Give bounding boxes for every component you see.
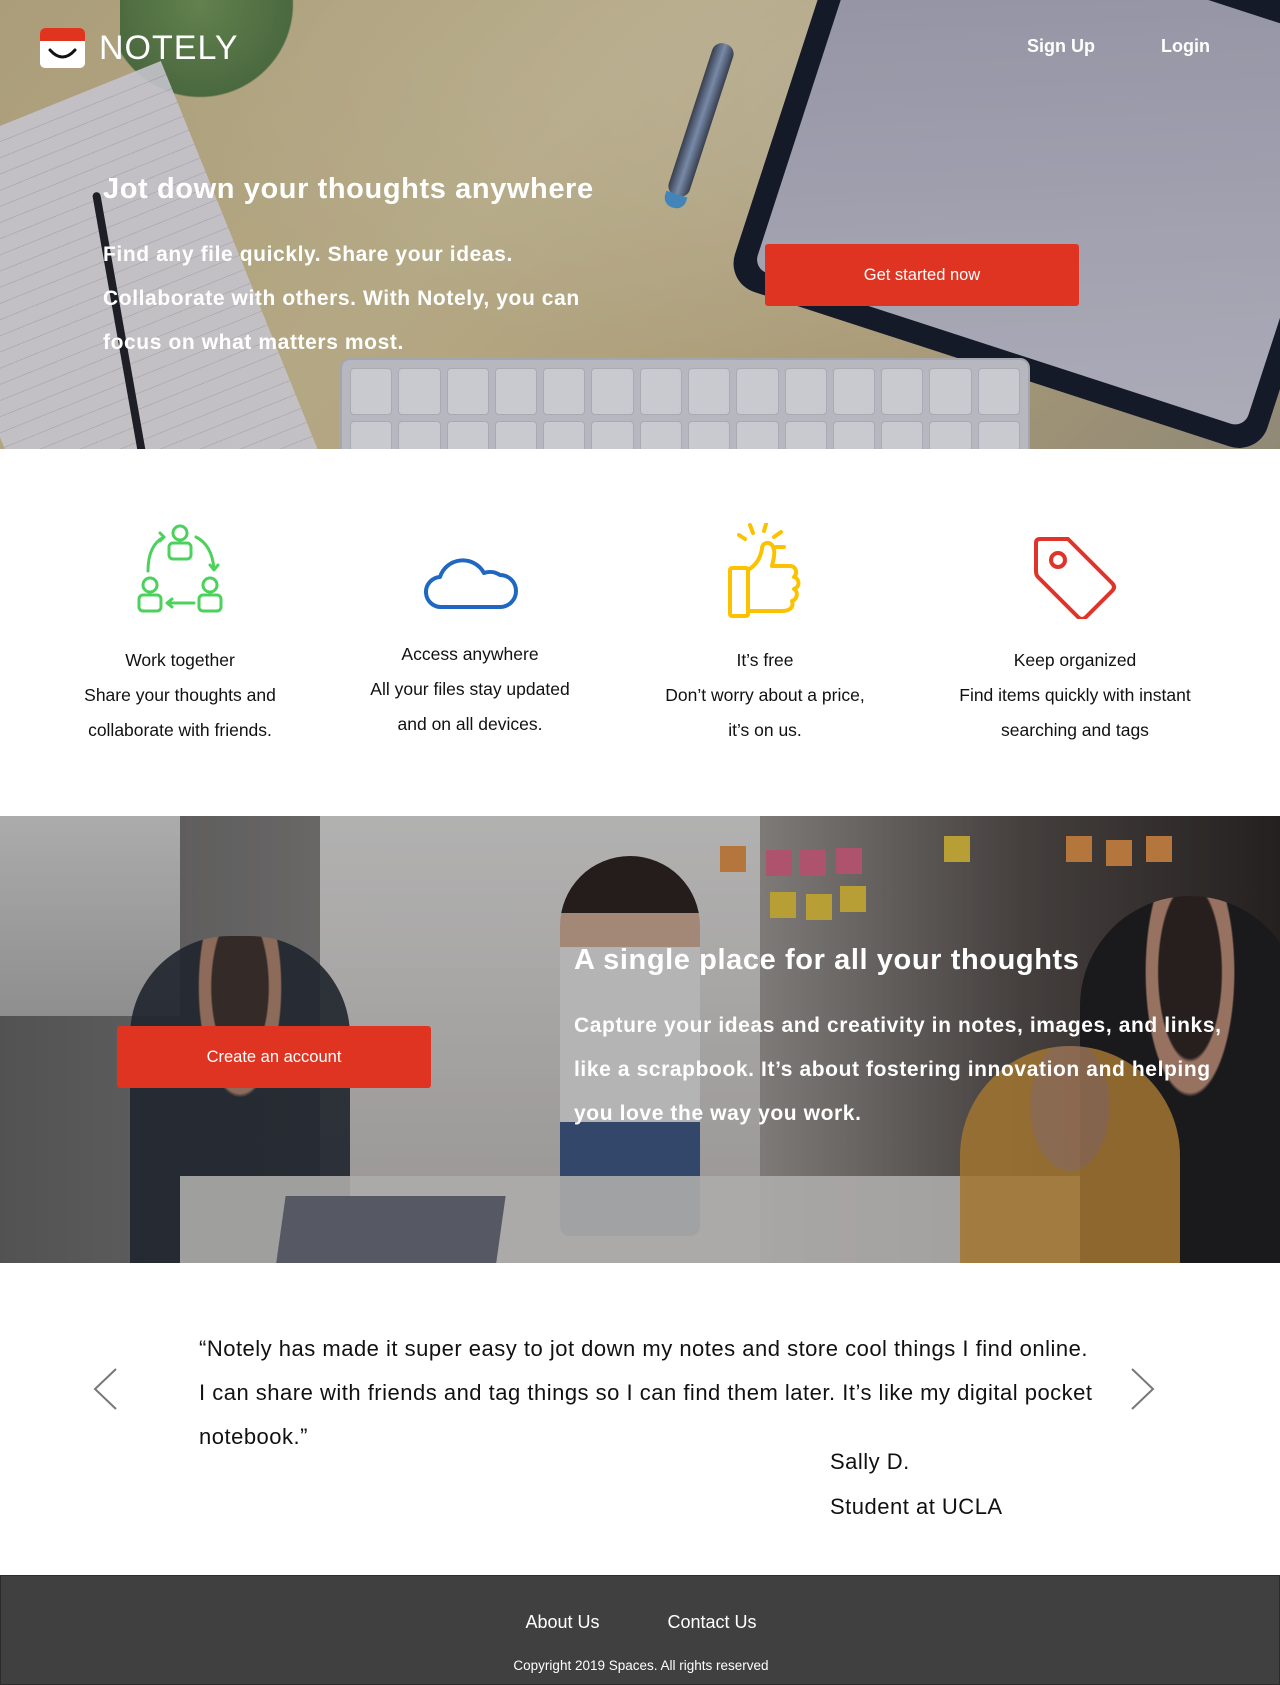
testimonial-section: “Notely has made it super easy to jot do… bbox=[0, 1263, 1280, 1575]
hero-section: NOTELY Sign Up Login Jot down your thoug… bbox=[0, 0, 1280, 449]
testimonial-author: Sally D. Student at UCLA bbox=[830, 1439, 1003, 1529]
top-nav: Sign Up Login bbox=[1027, 36, 1210, 57]
feature-line: collaborate with friends. bbox=[88, 720, 272, 740]
feature-keep-organized: Keep organized Find items quickly with i… bbox=[935, 533, 1215, 748]
author-name: Sally D. bbox=[830, 1449, 910, 1474]
cloud-icon bbox=[423, 558, 518, 610]
feature-access-anywhere: Access anywhere All your files stay upda… bbox=[345, 543, 595, 742]
login-link[interactable]: Login bbox=[1161, 36, 1210, 57]
get-started-button[interactable]: Get started now bbox=[765, 244, 1079, 306]
smile-notebook-icon bbox=[40, 28, 85, 68]
feature-title: Work together bbox=[125, 650, 235, 670]
footer: About Us Contact Us Copyright 2019 Space… bbox=[0, 1575, 1280, 1685]
author-title: Student at UCLA bbox=[830, 1494, 1003, 1519]
feature-line: Don’t worry about a price, bbox=[665, 685, 865, 705]
tag-icon bbox=[1034, 537, 1116, 619]
feature-its-free: It’s free Don’t worry about a price, it’… bbox=[640, 523, 890, 748]
feature-line: Share your thoughts and bbox=[84, 685, 276, 705]
feature-line: it’s on us. bbox=[728, 720, 802, 740]
feature-title: Access anywhere bbox=[401, 644, 539, 664]
thumbs-up-icon bbox=[728, 523, 801, 618]
chevron-left-icon[interactable] bbox=[92, 1367, 118, 1416]
contact-us-link[interactable]: Contact Us bbox=[668, 1612, 757, 1633]
brand-name: NOTELY bbox=[99, 28, 239, 67]
signup-link[interactable]: Sign Up bbox=[1027, 36, 1095, 57]
hero-title: Jot down your thoughts anywhere bbox=[103, 173, 594, 205]
feature-title: It’s free bbox=[736, 650, 794, 670]
footer-links: About Us Contact Us bbox=[1, 1612, 1280, 1633]
feature-line: Find items quickly with instant bbox=[959, 685, 1191, 705]
feature-line: searching and tags bbox=[1001, 720, 1149, 740]
features-section: Work together Share your thoughts and co… bbox=[0, 449, 1280, 816]
feature-line: All your files stay updated bbox=[370, 679, 570, 699]
logo[interactable]: NOTELY bbox=[40, 28, 239, 68]
feature-work-together: Work together Share your thoughts and co… bbox=[60, 523, 300, 748]
feature-title: Keep organized bbox=[1013, 650, 1137, 670]
chevron-right-icon[interactable] bbox=[1130, 1367, 1156, 1416]
team-title: A single place for all your thoughts bbox=[574, 944, 1080, 976]
about-us-link[interactable]: About Us bbox=[525, 1612, 599, 1633]
feature-line: and on all devices. bbox=[397, 714, 543, 734]
people-cycle-icon bbox=[137, 524, 223, 613]
create-account-button[interactable]: Create an account bbox=[117, 1026, 431, 1088]
team-subtitle: Capture your ideas and creativity in not… bbox=[574, 1014, 1222, 1125]
copyright-text: Copyright 2019 Spaces. All rights reserv… bbox=[513, 1658, 769, 1673]
team-section: Create an account A single place for all… bbox=[0, 816, 1280, 1263]
hero-subtitle: Find any file quickly. Share your ideas.… bbox=[103, 243, 580, 354]
